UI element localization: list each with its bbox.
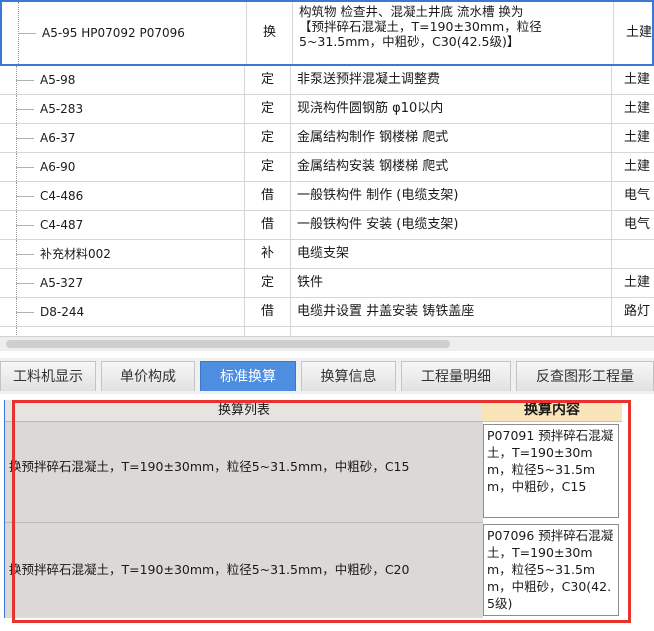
scrollbar-thumb[interactable]	[6, 340, 450, 348]
grid-row[interactable]	[0, 327, 654, 336]
row-category: 路灯	[624, 304, 651, 319]
grid-row[interactable]: A5-98 定 非泵送预拌混凝土调整费 土建	[0, 66, 654, 95]
grid-row[interactable]: A5-327 定 铁件 土建	[0, 269, 654, 298]
row-code: A5-98	[40, 73, 76, 87]
row-category: 土建	[624, 101, 651, 116]
row-category	[612, 327, 654, 336]
conversion-content: 换算内容 P07091 预拌碎石混凝土，T=190±30mm，粒径5~31.5m…	[482, 400, 622, 618]
row-type: 定	[245, 269, 291, 297]
row-type: 定	[245, 66, 291, 94]
row-type: 借	[245, 211, 291, 239]
tab-quantity-detail[interactable]: 工程量明细	[401, 361, 511, 391]
tab-labor-material-machine[interactable]: 工料机显示	[0, 361, 96, 391]
grid-row[interactable]: C4-486 借 一般铁构件 制作 (电缆支架) 电气	[0, 182, 654, 211]
row-code: C4-486	[40, 189, 84, 203]
grid-cell-code: A5-95 HP07092 P07096	[2, 2, 247, 64]
grid-row[interactable]: D8-244 借 电缆井设置 井盖安装 铸铁盖座 路灯	[0, 298, 654, 327]
row-name-line: 5~31.5mm，中粗砂，C30(42.5级)】	[299, 34, 520, 49]
conversion-list-header: 换算列表	[5, 400, 483, 422]
row-type: 换	[247, 2, 293, 64]
row-code: C4-487	[40, 218, 84, 232]
row-code: A6-90	[40, 160, 76, 174]
row-code: 补充材料002	[40, 247, 111, 261]
row-category: 土建	[624, 159, 651, 174]
row-type: 借	[245, 182, 291, 210]
conversion-list-item[interactable]: 换预拌碎石混凝土，T=190±30mm，粒径5~31.5mm，中粗砂，C15	[5, 457, 483, 477]
grid-row[interactable]: A6-37 定 金属结构制作 钢楼梯 爬式 土建	[0, 124, 654, 153]
tree-branch	[16, 312, 34, 313]
tab-conversion-info[interactable]: 换算信息	[301, 361, 396, 391]
tab-bar: 工料机显示 单价构成 标准换算 换算信息 工程量明细 反查图形工程量	[0, 358, 654, 395]
row-name[interactable]: 电缆井设置 井盖安装 铸铁盖座	[291, 298, 612, 326]
row-category: 土建	[624, 275, 651, 290]
tree-branch	[16, 167, 34, 168]
grid-row[interactable]: A5-283 定 现浇构件圆钢筋 φ10以内 土建	[0, 95, 654, 124]
row-name-line: 【预拌碎石混凝土，T=190±30mm，粒径	[299, 19, 542, 34]
quota-grid: A5-95 HP07092 P07096 换 构筑物 检查井、混凝土井底 流水槽…	[0, 0, 654, 336]
row-type: 定	[245, 124, 291, 152]
tree-branch	[16, 80, 34, 81]
row-type: 定	[245, 95, 291, 123]
row-code: A5-283	[40, 102, 84, 116]
row-category: 土建	[624, 72, 651, 87]
row-code: A5-95 HP07092 P07096	[42, 26, 185, 40]
row-name[interactable]: 铁件	[291, 269, 612, 297]
row-divider	[5, 522, 483, 523]
row-category: 土建	[626, 25, 653, 40]
row-type: 借	[245, 298, 291, 326]
tree-line	[16, 327, 17, 336]
row-code: A6-37	[40, 131, 76, 145]
row-category: 电气	[624, 188, 651, 203]
tree-branch	[16, 225, 34, 226]
tab-unit-price-composition[interactable]: 单价构成	[101, 361, 195, 391]
row-type: 补	[245, 240, 291, 268]
tree-branch	[16, 254, 34, 255]
row-name[interactable]: 金属结构制作 钢楼梯 爬式	[291, 124, 612, 152]
row-category: 电气	[624, 217, 651, 232]
grid-row[interactable]: 补充材料002 补 电缆支架	[0, 240, 654, 269]
row-type: 定	[245, 153, 291, 181]
horizontal-scrollbar[interactable]	[0, 336, 654, 351]
standard-conversion-panel: 换算列表 换预拌碎石混凝土，T=190±30mm，粒径5~31.5mm，中粗砂，…	[0, 394, 654, 631]
tree-branch	[18, 33, 36, 34]
tree-branch	[16, 138, 34, 139]
grid-row[interactable]: A6-90 定 金属结构安装 钢楼梯 爬式 土建	[0, 153, 654, 182]
row-type	[245, 327, 291, 336]
row-name[interactable]: 现浇构件圆钢筋 φ10以内	[291, 95, 612, 123]
conversion-list-item[interactable]: 换预拌碎石混凝土，T=190±30mm，粒径5~31.5mm，中粗砂，C20	[5, 560, 483, 580]
row-code: D8-244	[40, 305, 85, 319]
tab-reverse-lookup-quantity[interactable]: 反查图形工程量	[516, 361, 654, 391]
row-name[interactable]: 电缆支架	[291, 240, 612, 268]
tree-branch	[16, 283, 34, 284]
conversion-list: 换算列表 换预拌碎石混凝土，T=190±30mm，粒径5~31.5mm，中粗砂，…	[4, 400, 483, 618]
row-name[interactable]: 一般铁构件 制作 (电缆支架)	[291, 182, 612, 210]
row-category	[612, 240, 654, 268]
conversion-content-select[interactable]: P07096 预拌碎石混凝土，T=190±30mm，粒径5~31.5mm，中粗砂…	[483, 524, 619, 616]
conversion-content-select[interactable]: P07091 预拌碎石混凝土，T=190±30mm，粒径5~31.5mm，中粗砂…	[483, 424, 619, 518]
grid-row-selected[interactable]: A5-95 HP07092 P07096 换 构筑物 检查井、混凝土井底 流水槽…	[0, 0, 654, 66]
row-category: 土建	[624, 130, 651, 145]
tab-standard-conversion[interactable]: 标准换算	[200, 361, 296, 391]
row-name[interactable]: 一般铁构件 安装 (电缆支架)	[291, 211, 612, 239]
grid-row[interactable]: C4-487 借 一般铁构件 安装 (电缆支架) 电气	[0, 211, 654, 240]
row-name[interactable]	[291, 327, 612, 336]
row-name[interactable]: 构筑物 检查井、混凝土井底 流水槽 换为 【预拌碎石混凝土，T=190±30mm…	[293, 2, 614, 64]
row-name[interactable]: 金属结构安装 钢楼梯 爬式	[291, 153, 612, 181]
conversion-content-header: 换算内容	[482, 400, 622, 422]
tree-branch	[16, 109, 34, 110]
row-name-line: 构筑物 检查井、混凝土井底 流水槽 换为	[299, 4, 524, 19]
row-code: A5-327	[40, 276, 84, 290]
row-name[interactable]: 非泵送预拌混凝土调整费	[291, 66, 612, 94]
tree-branch	[16, 196, 34, 197]
